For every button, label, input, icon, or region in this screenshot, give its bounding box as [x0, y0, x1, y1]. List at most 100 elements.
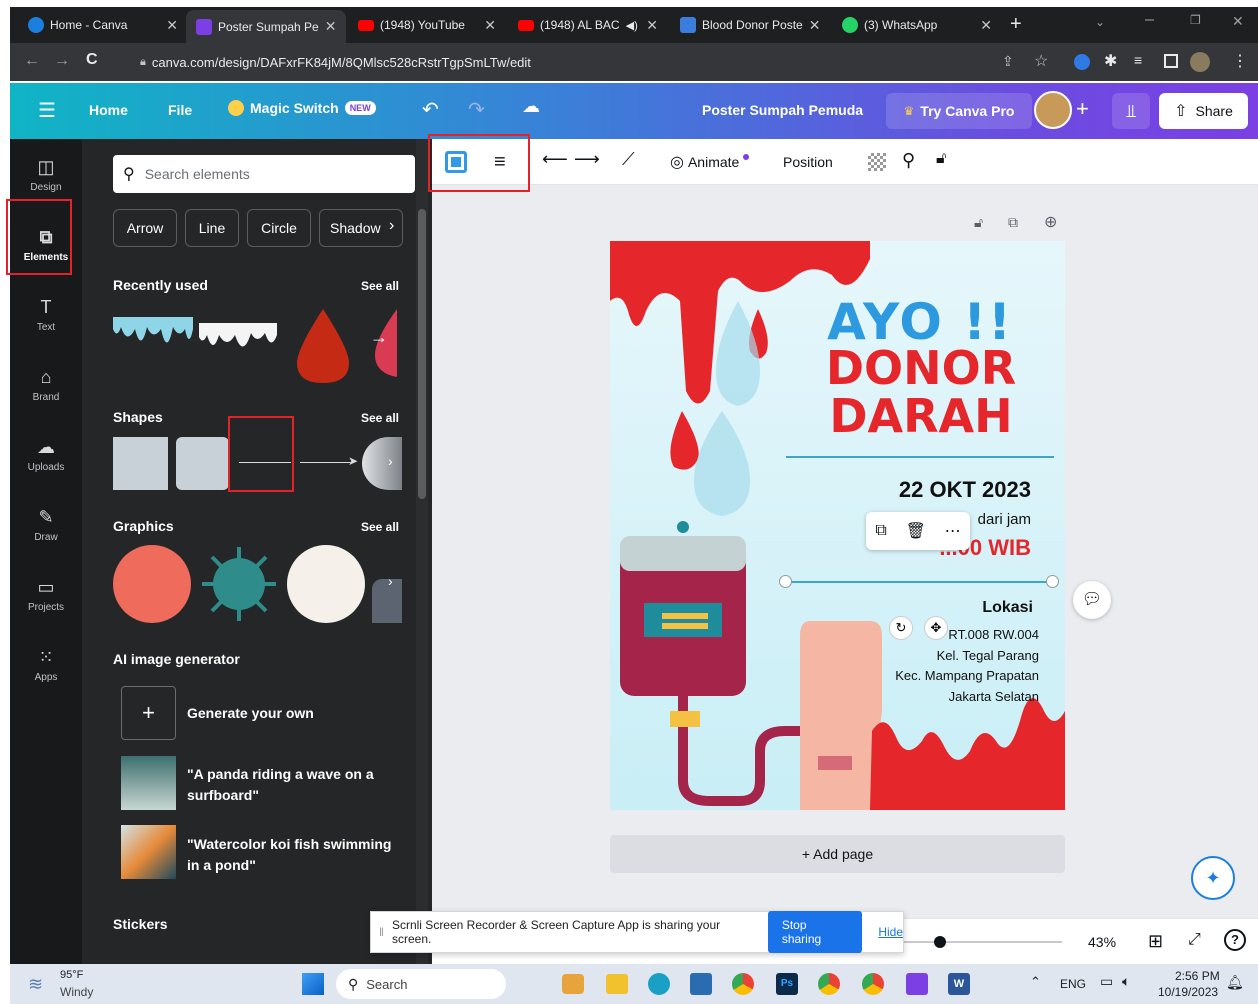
panda-thumbnail[interactable] [121, 756, 176, 810]
url-field[interactable]: 🔒︎ canva.com/design/DAFxrFK84jM/8QMlsc52… [120, 49, 1000, 75]
duplicate-page-icon[interactable]: ⧉ [1008, 214, 1018, 231]
shapes-next-icon[interactable]: › [388, 453, 393, 469]
document-title[interactable]: Poster Sumpah Pemuda [702, 102, 863, 118]
volume-icon[interactable]: 🔈︎ [1122, 973, 1130, 990]
delete-element-icon[interactable]: 🗑︎ [906, 521, 926, 541]
rail-draw[interactable]: ✎ Draw [10, 499, 82, 559]
home-button[interactable]: Home [89, 102, 128, 118]
network-icon[interactable]: ▭ [1100, 973, 1113, 990]
side-panel-icon[interactable] [1164, 54, 1178, 68]
share-button[interactable]: ⇧ Share [1159, 93, 1248, 129]
weather-wind-icon[interactable]: ≋ [28, 974, 43, 995]
store-icon[interactable] [690, 973, 712, 995]
syringe-graphic[interactable] [113, 545, 191, 623]
copy-style-icon[interactable]: ⚲ [902, 150, 915, 171]
chrome-icon[interactable] [732, 973, 754, 995]
grid-view-icon[interactable]: ⊞ [1148, 931, 1163, 952]
new-tab-icon[interactable]: + [1010, 13, 1022, 36]
poster-headline-donor[interactable]: DONOR [796, 341, 1046, 395]
injection-arm-graphic[interactable] [287, 545, 365, 623]
circle-shape[interactable] [362, 437, 402, 490]
browser-menu-icon[interactable]: ⋮ [1232, 51, 1248, 71]
chip-line[interactable]: Line [185, 209, 239, 247]
chrome-profile-2-icon[interactable] [862, 973, 884, 995]
profile-avatar-icon[interactable] [1190, 52, 1210, 72]
weather-temp[interactable]: 95°F [60, 969, 83, 981]
language-indicator[interactable]: ENG [1060, 977, 1086, 991]
rail-brand[interactable]: ⌂ Brand [10, 359, 82, 419]
tab-al-bac[interactable]: (1948) AL BAC ◀︎) ✕ [508, 11, 668, 39]
poster-canvas[interactable]: AYO !! DONOR DARAH 22 OKT 2023 dari jam … [610, 241, 1065, 810]
try-canva-pro-button[interactable]: ♛ Try Canva Pro [886, 93, 1032, 129]
hamburger-menu-icon[interactable]: ☰ [38, 98, 56, 123]
pdf-app-icon[interactable] [906, 973, 928, 995]
recently-used-see-all[interactable]: See all [361, 279, 399, 293]
arrow-line-shape[interactable] [300, 462, 352, 463]
lock-page-icon[interactable]: 🔓︎ [974, 214, 983, 231]
duplicate-element-icon[interactable]: ⧉ [875, 522, 886, 540]
rail-apps[interactable]: ⁙ Apps [10, 639, 82, 699]
close-tab-icon[interactable]: ✕ [646, 17, 658, 34]
clock-time[interactable]: 2:56 PM [1175, 969, 1220, 983]
weather-condition[interactable]: Windy [60, 985, 93, 999]
drip-blue-thumb[interactable] [113, 317, 193, 343]
panel-scroll-thumb[interactable] [418, 209, 426, 499]
rail-text[interactable]: T Text [10, 289, 82, 349]
clock-date[interactable]: 10/19/2023 [1158, 985, 1218, 999]
magic-switch-button[interactable]: Magic Switch NEW [228, 100, 376, 116]
drip-white-thumb[interactable] [199, 323, 277, 347]
prompt-panda[interactable]: "A panda riding a wave on a surfboard" [187, 764, 387, 806]
close-window-icon[interactable]: ✕ [1232, 13, 1244, 30]
generate-plus-icon[interactable]: + [121, 686, 176, 740]
search-elements-input[interactable]: ⚲ Search elements [113, 155, 415, 193]
poster-headline-darah[interactable]: DARAH [796, 389, 1046, 443]
position-button[interactable]: Position [783, 154, 833, 170]
selected-line-element[interactable] [785, 581, 1053, 583]
edge-icon[interactable] [648, 973, 670, 995]
line-start-handle[interactable] [779, 575, 792, 588]
stop-sharing-button[interactable]: Stop sharing [767, 911, 863, 953]
microscope-graphic[interactable] [372, 579, 402, 623]
add-page-icon[interactable]: ⊕ [1044, 212, 1057, 232]
notification-bell-icon[interactable]: 🔔︎ [1226, 974, 1244, 991]
extensions-puzzle-icon[interactable]: ✱ [1104, 51, 1117, 71]
taskbar-search[interactable]: ⚲ Search [336, 969, 506, 999]
chip-circle[interactable]: Circle [247, 209, 311, 247]
add-collaborator-icon[interactable]: + [1076, 96, 1089, 122]
reload-icon[interactable]: C [86, 51, 98, 69]
recently-used-next-icon[interactable]: → [370, 327, 388, 348]
animate-button[interactable]: ◎ Animate [670, 152, 750, 172]
insights-chart-icon[interactable]: ⫫ [1112, 93, 1150, 129]
tab-home-canva[interactable]: Home - Canva ✕ [18, 11, 188, 39]
line-end-handle[interactable] [1046, 575, 1059, 588]
move-handle-icon[interactable]: ✥ [924, 616, 948, 640]
close-tab-icon[interactable]: ✕ [484, 17, 496, 34]
rotate-handle-icon[interactable]: ↻ [889, 616, 913, 640]
chips-next-icon[interactable]: › [389, 217, 394, 235]
panel-scrollbar[interactable] [416, 139, 428, 964]
redo-icon[interactable]: ↷ [468, 97, 485, 122]
tab-blood-donor[interactable]: Blood Donor Poste ✕ [670, 11, 830, 39]
add-comment-icon[interactable]: 💬︎ [1073, 581, 1111, 619]
close-tab-icon[interactable]: ✕ [325, 18, 337, 35]
koi-thumbnail[interactable] [121, 825, 176, 879]
more-options-icon[interactable]: ⋯ [945, 521, 961, 541]
tab-search-icon[interactable]: ⌄ [1095, 15, 1105, 29]
graphics-see-all[interactable]: See all [361, 520, 399, 534]
line-style-icon[interactable]: ⟋ [622, 149, 635, 170]
poster-location-title[interactable]: Lokasi [982, 599, 1033, 617]
rail-projects[interactable]: ▭ Projects [10, 569, 82, 629]
line-end-icon[interactable]: ⟶ [574, 149, 600, 170]
forward-icon[interactable]: → [54, 52, 70, 70]
virus-graphic[interactable] [199, 545, 279, 623]
hide-sharing-banner-link[interactable]: Hide [878, 925, 903, 939]
chip-arrow[interactable]: Arrow [113, 209, 177, 247]
tab-youtube[interactable]: (1948) YouTube ✕ [348, 11, 506, 39]
lock-element-icon[interactable]: 🔓︎ [936, 150, 946, 168]
magic-assistant-icon[interactable]: ✦ [1191, 856, 1235, 900]
word-icon[interactable]: W [948, 973, 970, 995]
bookmark-star-icon[interactable]: ☆ [1034, 51, 1048, 71]
back-icon[interactable]: ← [24, 52, 40, 70]
help-icon[interactable]: ? [1224, 929, 1246, 951]
cloud-save-icon[interactable]: ☁︎ [522, 96, 540, 117]
